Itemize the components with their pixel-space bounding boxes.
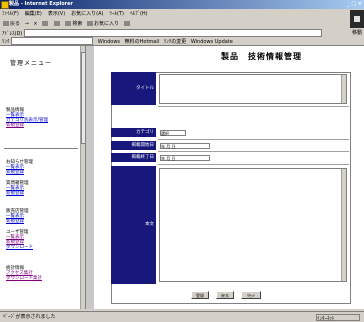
window-title: 製品 - Internet Explorer — [9, 1, 73, 7]
menu-group-users: ユーザ管理 一覧表示 新規登録 ダウンロード — [6, 230, 33, 250]
form-row-line — [158, 164, 349, 165]
left-menu-divider — [4, 148, 78, 149]
field-label-start-date: 掲載開始日 — [111, 141, 156, 150]
page-title-row: 製品 技術情報管理 — [94, 51, 364, 62]
menu-link[interactable]: 新規登録 — [6, 123, 48, 128]
search-button[interactable]: 検索 — [65, 20, 82, 29]
forward-button[interactable]: → — [25, 20, 29, 29]
form-row-line — [158, 139, 349, 140]
menu-edit[interactable]: 編集(E) — [25, 10, 42, 19]
form-row-line — [158, 106, 349, 107]
menu-help[interactable]: ﾍﾙﾌﾟ(H) — [130, 10, 148, 19]
home-icon — [53, 21, 60, 26]
start-date-value: 年 月 日 — [161, 144, 176, 149]
refresh-button[interactable] — [42, 20, 49, 29]
status-zone-label: ｲﾝﾀｰﾈｯﾄ — [317, 316, 335, 322]
menu-group-news: お知らせ管理 一覧表示 新規登録 — [6, 160, 33, 175]
status-text: ﾍﾟｰｼﾞが表示されました — [3, 314, 56, 320]
field-label-end-date: 掲載終了日 — [111, 153, 156, 162]
history-button[interactable] — [123, 20, 131, 29]
menu-link[interactable]: ダウンロード集計 — [6, 276, 42, 281]
menu-link[interactable]: 新規登録 — [6, 219, 29, 224]
category-select[interactable]: 選択 — [160, 130, 186, 136]
category-select-value: 選択 — [161, 131, 169, 136]
home-button[interactable] — [53, 20, 61, 29]
back-button[interactable]: 戻る — [3, 20, 20, 29]
body-textarea-scrollbar[interactable] — [341, 169, 346, 281]
reset-button[interactable]: ﾘｾｯﾄ — [241, 291, 261, 299]
links-label: ﾘﾝｸ — [2, 38, 10, 45]
menu-tools[interactable]: ﾂｰﾙ(T) — [110, 10, 124, 19]
refresh-icon — [42, 21, 49, 26]
favorites-icon — [87, 21, 93, 26]
field-label-body: 本文 — [111, 166, 156, 284]
field-label-title: タイトル — [111, 72, 156, 105]
menu-group-dealers: 販売店管理 一覧表示 新規登録 — [6, 209, 29, 224]
back-form-button[interactable]: 戻る — [216, 291, 234, 299]
address-label: ｱﾄﾞﾚｽ(D) — [2, 30, 23, 37]
address-input[interactable] — [23, 29, 322, 37]
go-button[interactable]: 移動 — [352, 29, 362, 37]
standard-toolbar: 戻る → × 検索 お気に入り — [0, 20, 364, 29]
menu-bar: ﾌｧｲﾙ(F) 編集(E) 表示(V) お気に入り(A) ﾂｰﾙ(T) ﾍﾙﾌﾟ(H) — [0, 10, 364, 19]
stop-button[interactable]: × — [33, 20, 37, 29]
search-label: 検索 — [72, 21, 83, 27]
links-dropdown[interactable] — [11, 37, 94, 45]
page-title: 製品 技術情報管理 — [221, 52, 302, 61]
title-textarea[interactable] — [159, 74, 347, 104]
back-arrow-icon — [3, 21, 9, 26]
forward-label: → — [24, 21, 29, 27]
menu-link[interactable]: ダウンロード — [6, 245, 33, 250]
history-icon — [123, 21, 130, 26]
go-label: 移動 — [351, 30, 362, 36]
start-date-selects[interactable]: 年 月 日 — [160, 143, 210, 149]
window-titlebar: 製品 - Internet Explorer _ □ × — [0, 0, 364, 9]
menu-favorites[interactable]: お気に入り(A) — [71, 10, 103, 19]
menu-group-stats: 統計情報 アクセス集計 ダウンロード集計 — [6, 266, 42, 281]
back-label: 戻る — [10, 21, 21, 27]
field-label-category: カテゴリ — [111, 128, 156, 137]
stop-label: × — [33, 21, 38, 27]
search-icon — [65, 21, 72, 26]
left-menu-title: 管理メニュー — [10, 60, 53, 67]
window-controls[interactable]: _ □ × — [347, 0, 362, 9]
title-textarea-scrollbar[interactable] — [341, 75, 346, 103]
menu-group-questions: 質問箱管理 一覧表示 新規登録 — [6, 181, 29, 196]
body-textarea[interactable] — [159, 168, 347, 282]
form-row-line — [158, 151, 349, 152]
end-date-selects[interactable]: 年 月 日 — [160, 155, 210, 161]
menu-link[interactable]: 新規登録 — [6, 191, 29, 196]
end-date-value: 年 月 日 — [161, 156, 176, 161]
ie-icon — [1, 1, 9, 9]
menu-group-products: 製品情報 一覧表示 カテゴリ別表示/管理 新規登録 — [6, 108, 48, 128]
favorites-label: お気に入り — [94, 21, 120, 27]
submit-button[interactable]: 登録 — [191, 291, 209, 299]
menu-view[interactable]: 表示(V) — [48, 10, 65, 19]
menu-file[interactable]: ﾌｧｲﾙ(F) — [2, 10, 19, 19]
menu-link[interactable]: 新規登録 — [6, 170, 33, 175]
favorites-button[interactable]: お気に入り — [87, 20, 119, 29]
